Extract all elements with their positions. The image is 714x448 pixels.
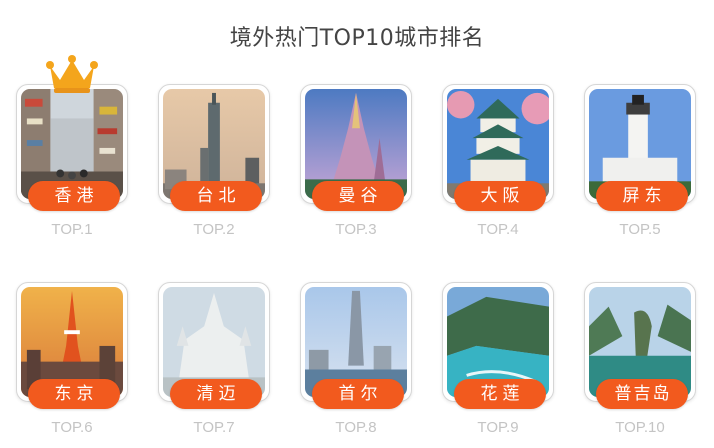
city-name-label: 大阪 xyxy=(454,181,546,211)
city-name-label: 花莲 xyxy=(454,379,546,409)
city-name-label: 普吉岛 xyxy=(596,379,688,409)
city-name-label: 曼谷 xyxy=(312,181,404,211)
rank-label: TOP.7 xyxy=(193,419,235,436)
city-card-6[interactable]: 东京 xyxy=(16,282,128,409)
page-title: 境外热门TOP10城市排名 xyxy=(229,26,485,51)
rank-label: TOP.4 xyxy=(477,221,519,238)
city-name-label: 香港 xyxy=(28,181,120,211)
city-name-label: 清迈 xyxy=(170,379,262,409)
crown-icon xyxy=(46,55,98,93)
rank-label: TOP.6 xyxy=(51,419,93,436)
rank-label: TOP.1 xyxy=(51,221,93,238)
rank-label: TOP.2 xyxy=(193,221,235,238)
city-card-8[interactable]: 首尔 xyxy=(300,282,412,409)
city-card-7[interactable]: 清迈 xyxy=(158,282,270,409)
city-card-1[interactable]: 香港 xyxy=(16,84,128,211)
page: 境外热门TOP10城市排名 香港 TOP.1 台北 TOP.2 曼谷 TOP.3… xyxy=(0,0,714,448)
rank-label: TOP.10 xyxy=(615,419,665,436)
city-name-label: 屏东 xyxy=(596,181,688,211)
city-card-10[interactable]: 普吉岛 xyxy=(584,282,696,409)
city-card-5[interactable]: 屏东 xyxy=(584,84,696,211)
rank-label: TOP.9 xyxy=(477,419,519,436)
city-card-2[interactable]: 台北 xyxy=(158,84,270,211)
rank-label: TOP.5 xyxy=(619,221,661,238)
rank-label: TOP.8 xyxy=(335,419,377,436)
city-card-4[interactable]: 大阪 xyxy=(442,84,554,211)
rank-label: TOP.3 xyxy=(335,221,377,238)
city-card-3[interactable]: 曼谷 xyxy=(300,84,412,211)
city-card-9[interactable]: 花莲 xyxy=(442,282,554,409)
city-name-label: 台北 xyxy=(170,181,262,211)
city-name-label: 东京 xyxy=(28,379,120,409)
city-name-label: 首尔 xyxy=(312,379,404,409)
